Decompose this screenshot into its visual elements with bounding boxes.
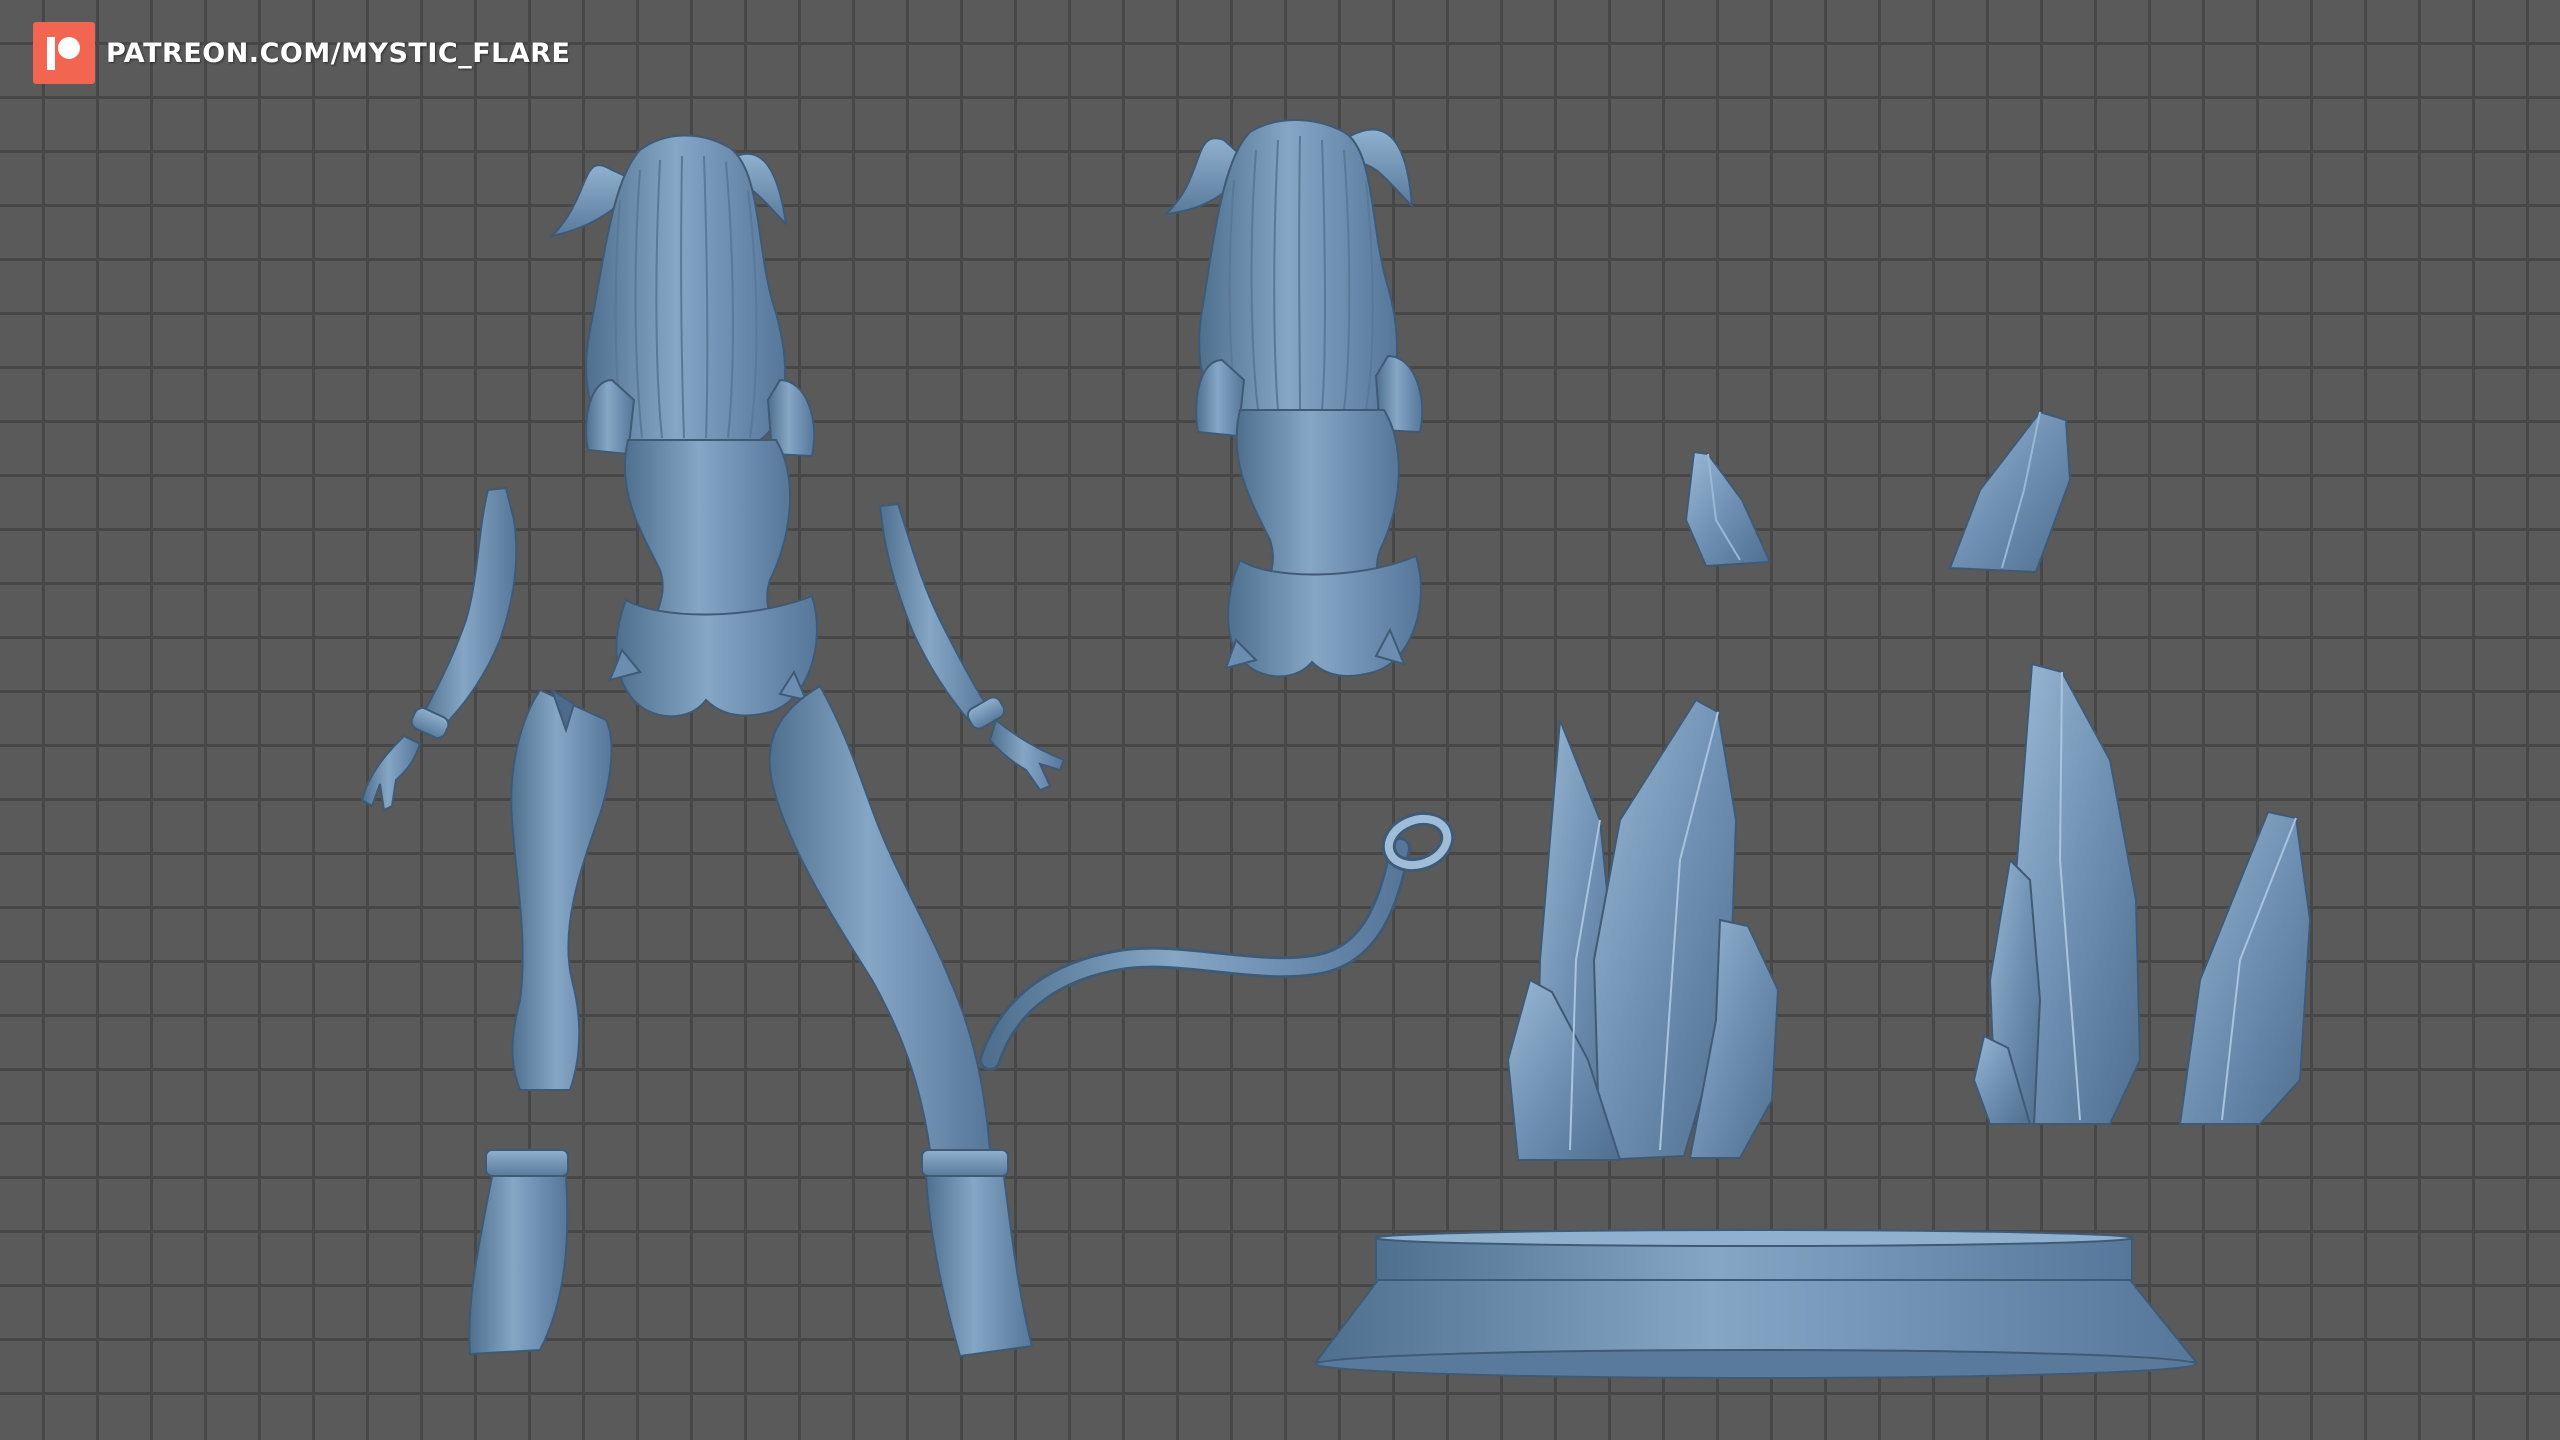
left-arm — [360, 486, 518, 812]
right-leg — [768, 684, 1034, 1358]
crystal-cluster-right — [1972, 662, 2312, 1125]
small-crystal-left — [1684, 450, 1772, 568]
small-crystal-right — [1948, 410, 2072, 574]
round-base — [1313, 1229, 2199, 1379]
right-arm — [878, 502, 1066, 792]
model-viewport — [360, 119, 2312, 1379]
figure-back-full — [548, 134, 818, 718]
crystal-cluster-left — [1506, 698, 1780, 1162]
tail — [979, 811, 1455, 1071]
torso-duplicate — [1163, 119, 1424, 678]
left-leg — [468, 687, 613, 1356]
hips — [615, 594, 818, 718]
